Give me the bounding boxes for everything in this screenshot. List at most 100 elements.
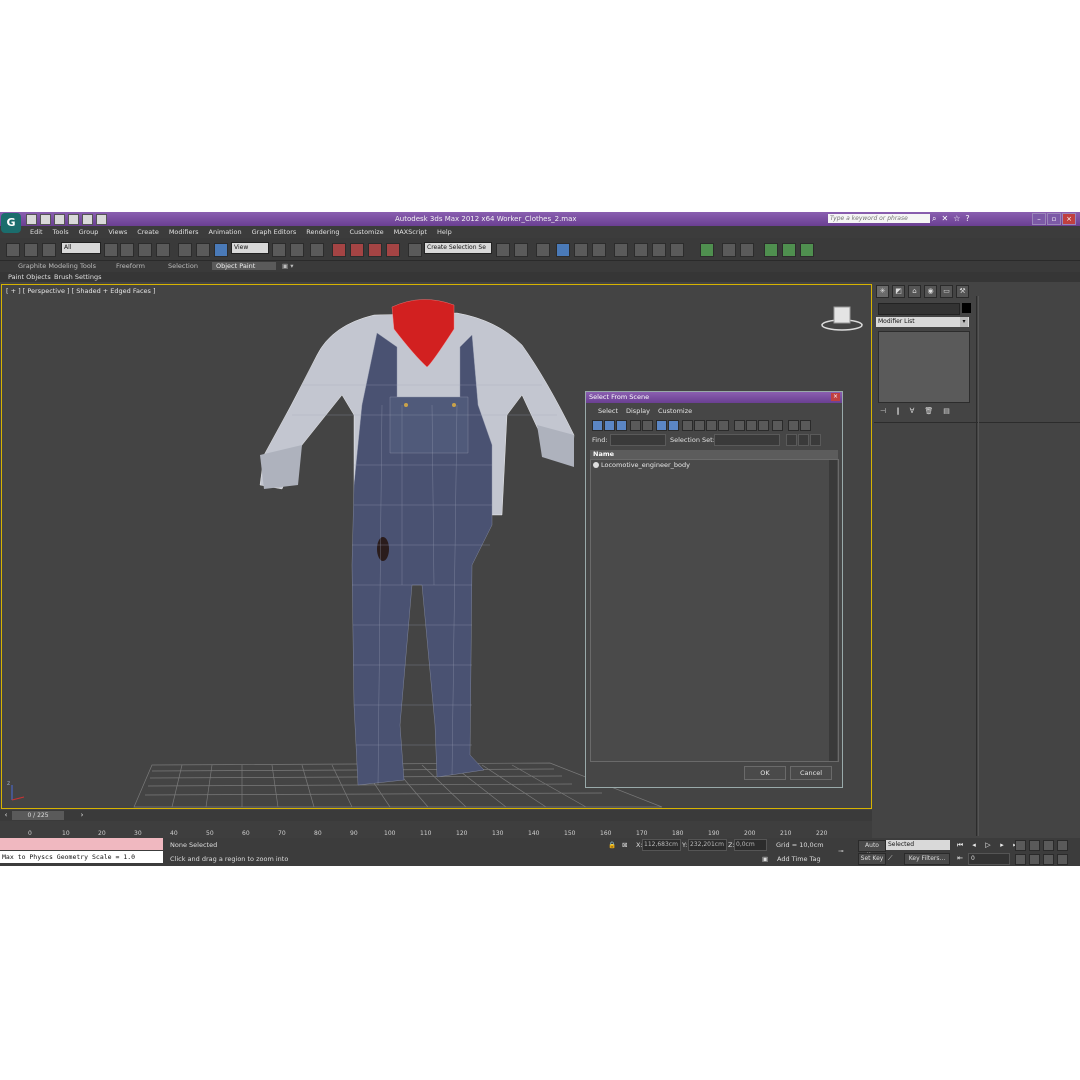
close-button[interactable]: × — [1062, 213, 1076, 225]
dialog-close-button[interactable]: × — [831, 393, 840, 401]
unlink-icon[interactable] — [24, 243, 38, 257]
orbit-icon[interactable] — [1043, 854, 1054, 865]
time-slider-next-icon[interactable]: › — [78, 811, 86, 819]
time-slider[interactable]: ‹ 0 / 225 › — [0, 810, 872, 821]
zoom-extents-icon[interactable] — [1043, 840, 1054, 851]
pan-icon[interactable] — [1029, 854, 1040, 865]
dialog-menu-select[interactable]: Select — [598, 407, 618, 415]
list-header[interactable]: Name — [590, 450, 838, 459]
select-object-icon[interactable] — [104, 243, 118, 257]
mirror-icon[interactable] — [496, 243, 510, 257]
pin-stack-icon[interactable]: ⊣ — [880, 407, 886, 415]
menu-modifiers[interactable]: Modifiers — [169, 228, 199, 236]
perspective-viewport[interactable]: [ + ] [ Perspective ] [ Shaded + Edged F… — [1, 284, 872, 809]
select-manipulate-icon[interactable] — [290, 243, 304, 257]
set-key-button[interactable]: Set Key — [858, 853, 886, 865]
y-coordinate-field[interactable]: 232,201cm — [688, 839, 727, 851]
time-slider-handle[interactable]: 0 / 225 — [12, 811, 64, 820]
menu-group[interactable]: Group — [79, 228, 99, 236]
list-item[interactable]: Locomotive_engineer_body — [593, 461, 690, 469]
key-mode-dropdown[interactable]: Selected — [886, 840, 950, 850]
select-invert-icon[interactable] — [758, 420, 769, 431]
keyboard-shortcut-icon[interactable] — [310, 243, 324, 257]
previous-frame-icon[interactable]: ◂ — [970, 841, 978, 849]
minimize-button[interactable]: – — [1032, 213, 1046, 225]
zoom-extents-all-icon[interactable] — [1057, 840, 1068, 851]
menu-help[interactable]: Help — [437, 228, 452, 236]
key-mode-toggle-icon[interactable]: ⇤ — [956, 854, 964, 862]
binoculars-icon[interactable]: ⌕ — [932, 214, 936, 224]
column-name-header[interactable]: Name — [593, 450, 614, 459]
display-frozen-icon[interactable] — [718, 420, 729, 431]
display-lights-icon[interactable] — [616, 420, 627, 431]
ok-button[interactable]: OK — [744, 766, 786, 780]
save-file-icon[interactable] — [54, 214, 65, 225]
selection-set-remove-icon[interactable] — [798, 434, 809, 446]
time-tag-icon[interactable]: ▣ — [762, 855, 768, 863]
graphite-toggle-icon[interactable] — [556, 243, 570, 257]
selection-set-edit-icon[interactable] — [810, 434, 821, 446]
tab-graphite-modeling-tools[interactable]: Graphite Modeling Tools — [14, 262, 100, 270]
menu-tools[interactable]: Tools — [53, 228, 69, 236]
schematic-view-icon[interactable] — [592, 243, 606, 257]
z-coordinate-field[interactable]: 0,0cm — [734, 839, 767, 851]
restore-button[interactable]: ▫ — [1047, 213, 1061, 225]
hierarchy-tab-icon[interactable]: ⌂ — [908, 285, 921, 298]
display-groups-icon[interactable] — [668, 420, 679, 431]
motion-tab-icon[interactable]: ◉ — [924, 285, 937, 298]
project-folder-icon[interactable] — [96, 214, 107, 225]
display-xrefs-icon[interactable] — [682, 420, 693, 431]
display-tab-icon[interactable]: ▭ — [940, 285, 953, 298]
plugin-icon-3[interactable] — [740, 243, 754, 257]
object-color-swatch[interactable] — [962, 303, 971, 313]
plugin-icon-2[interactable] — [722, 243, 736, 257]
sync-selection-icon[interactable] — [772, 420, 783, 431]
auto-key-button[interactable]: Auto Key — [858, 840, 886, 859]
menu-views[interactable]: Views — [108, 228, 127, 236]
brush-settings-button[interactable]: Brush Settings — [54, 273, 101, 281]
layer-manager-icon[interactable] — [536, 243, 550, 257]
menu-edit[interactable]: Edit — [30, 228, 43, 236]
redo-icon[interactable] — [82, 214, 93, 225]
plugin-icon-4[interactable] — [764, 243, 778, 257]
new-file-icon[interactable] — [26, 214, 37, 225]
link-icon[interactable] — [6, 243, 20, 257]
configure-sets-icon[interactable]: ▤ — [943, 407, 950, 415]
reference-coord-dropdown[interactable]: View — [231, 242, 269, 254]
align-icon[interactable] — [514, 243, 528, 257]
lock-selection-icon[interactable]: 🔒 — [608, 841, 616, 849]
search-input[interactable]: Type a keyword or phrase — [828, 214, 930, 223]
track-bar[interactable]: 0 10 20 30 40 50 60 70 80 90 100 110 120… — [0, 821, 872, 838]
plugin-icon-6[interactable] — [800, 243, 814, 257]
snaps-toggle-icon[interactable] — [332, 243, 346, 257]
modifier-list-dropdown[interactable]: Modifier List ▾ — [876, 317, 969, 327]
dialog-title-bar[interactable]: Select From Scene × — [586, 392, 842, 403]
select-none-icon[interactable] — [746, 420, 757, 431]
rotate-icon[interactable] — [196, 243, 210, 257]
find-input[interactable] — [610, 434, 666, 446]
undo-icon[interactable] — [68, 214, 79, 225]
named-selection-dropdown[interactable]: Create Selection Se — [424, 242, 492, 254]
plugin-icon-5[interactable] — [782, 243, 796, 257]
next-frame-icon[interactable]: ▸ — [998, 841, 1006, 849]
modify-tab-icon[interactable]: ◩ — [892, 285, 905, 298]
bind-spacewarp-icon[interactable] — [42, 243, 56, 257]
percent-snap-icon[interactable] — [368, 243, 382, 257]
remove-modifier-icon[interactable]: 🗑 — [924, 407, 933, 415]
display-bones-icon[interactable] — [694, 420, 705, 431]
menu-create[interactable]: Create — [137, 228, 159, 236]
paint-objects-button[interactable]: Paint Objects — [8, 273, 51, 281]
go-to-start-icon[interactable]: ⏮ — [956, 841, 964, 849]
x-coordinate-field[interactable]: 112,683cm — [642, 839, 681, 851]
tab-object-paint[interactable]: Object Paint — [212, 262, 276, 270]
display-shapes-icon[interactable] — [604, 420, 615, 431]
object-name-field[interactable] — [878, 303, 960, 315]
spinner-snap-icon[interactable] — [386, 243, 400, 257]
utilities-tab-icon[interactable]: ⚒ — [956, 285, 969, 298]
display-helpers-icon[interactable] — [642, 420, 653, 431]
find-options-icon[interactable] — [800, 420, 811, 431]
render-setup-icon[interactable] — [634, 243, 648, 257]
maximize-viewport-icon[interactable] — [1057, 854, 1068, 865]
dialog-menu-display[interactable]: Display — [626, 407, 650, 415]
current-frame-field[interactable]: 0 — [968, 853, 1010, 865]
